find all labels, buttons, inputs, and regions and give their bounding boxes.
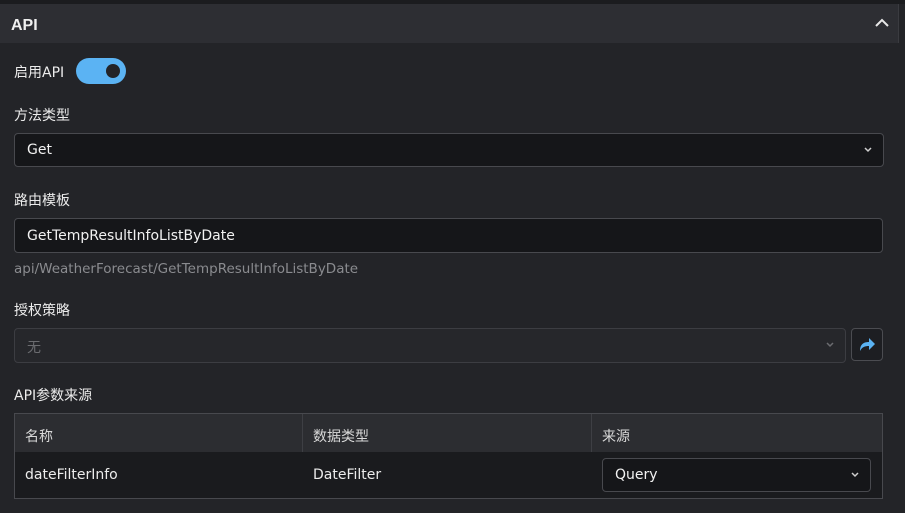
auth-label: 授权策略 [14,303,70,319]
chevron-down-icon [826,342,834,348]
column-header-type: 数据类型 [313,429,369,445]
column-divider [302,414,303,452]
auth-value: 无 [27,340,41,356]
route-input[interactable] [15,219,882,252]
method-label: 方法类型 [14,108,70,124]
share-arrow-icon [860,338,875,351]
route-input-wrap [14,218,883,253]
chevron-up-icon[interactable] [872,13,892,33]
route-hint: api/WeatherForecast/GetTempResultInfoLis… [14,261,359,277]
column-divider [591,414,592,452]
param-source-value: Query [615,467,658,483]
column-header-name: 名称 [25,429,53,445]
chevron-down-icon [851,472,859,478]
param-source-select[interactable]: Query [602,458,871,492]
params-label: API参数来源 [14,388,93,404]
panel-header[interactable]: API [0,4,899,43]
route-label: 路由模板 [14,193,70,209]
column-header-source: 来源 [602,429,630,445]
params-table: 名称 数据类型 来源 dateFilterInfo DateFilter Que… [14,413,883,499]
chevron-down-icon [864,147,872,153]
method-value: Get [27,142,52,158]
panel-title: API [11,17,38,34]
table-header: 名称 数据类型 来源 [15,414,882,452]
enable-api-toggle[interactable] [76,58,126,84]
param-name: dateFilterInfo [25,467,118,483]
enable-api-label: 启用API [14,65,65,81]
param-type: DateFilter [313,467,382,483]
method-select[interactable]: Get [14,133,884,167]
toggle-knob [106,64,120,78]
auth-jump-button[interactable] [851,328,883,361]
auth-select[interactable]: 无 [14,328,846,363]
